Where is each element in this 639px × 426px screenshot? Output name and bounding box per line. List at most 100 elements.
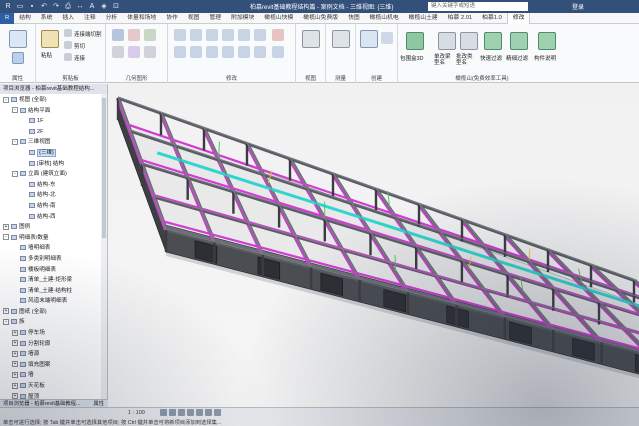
view-scale[interactable]: 1 : 100 xyxy=(128,410,145,416)
demolish-icon[interactable] xyxy=(144,46,156,58)
detail-level-icon[interactable] xyxy=(160,409,167,416)
tab-12[interactable]: 橄榄山免费版 xyxy=(298,13,343,24)
scrollbar-thumb[interactable] xyxy=(102,98,106,238)
expand-icon[interactable]: + xyxy=(12,329,18,336)
tree-node[interactable]: 清单_土建-矩形梁 xyxy=(0,275,107,286)
create-assembly-icon[interactable] xyxy=(360,30,378,48)
join-geometry-icon[interactable] xyxy=(144,29,156,41)
tree-node[interactable]: -族 xyxy=(0,317,107,328)
move-icon[interactable] xyxy=(174,46,186,58)
split-face-icon[interactable] xyxy=(112,46,124,58)
offset-icon[interactable] xyxy=(190,29,202,41)
print-icon[interactable]: ⎙ xyxy=(63,2,73,11)
expand-icon[interactable]: + xyxy=(12,361,18,368)
collapse-icon[interactable]: - xyxy=(3,234,9,241)
tree-node[interactable]: - 明细表/数量 xyxy=(0,233,107,244)
quick-filter-icon[interactable] xyxy=(484,32,502,50)
3d-view-icon[interactable]: ◈ xyxy=(99,2,109,11)
pin-icon[interactable] xyxy=(254,46,266,58)
tree-node[interactable]: 结构-南 xyxy=(0,201,107,212)
tab-7[interactable]: 协作 xyxy=(161,13,183,24)
unpin-icon[interactable] xyxy=(272,46,284,58)
expand-icon[interactable]: + xyxy=(12,382,18,389)
expand-icon[interactable]: + xyxy=(12,371,18,378)
create-parts-icon[interactable] xyxy=(381,32,393,44)
sun-path-icon[interactable] xyxy=(178,409,185,416)
tree-node[interactable]: - 结构平面 xyxy=(0,106,107,117)
expand-icon[interactable]: + xyxy=(3,308,9,315)
rotate-icon[interactable] xyxy=(206,46,218,58)
3d-viewport[interactable] xyxy=(108,84,639,407)
expand-icon[interactable]: + xyxy=(3,223,9,230)
tree-node[interactable]: [审核] 结构 xyxy=(0,159,107,170)
tab-16[interactable]: 柏慕 2.01 xyxy=(443,13,478,24)
tree-node[interactable]: 结构-东 xyxy=(0,180,107,191)
tree-node[interactable]: 2F xyxy=(0,127,107,138)
shadows-icon[interactable] xyxy=(187,409,194,416)
visual-style-icon[interactable] xyxy=(169,409,176,416)
tree-node[interactable]: - 立面 (建筑立面) xyxy=(0,169,107,180)
hide-isolate-icon[interactable] xyxy=(205,409,212,416)
tab-1[interactable]: 结构 xyxy=(14,13,36,24)
open-icon[interactable]: ▭ xyxy=(15,2,25,11)
expand-icon[interactable]: + xyxy=(12,350,18,357)
tree-node[interactable]: + 墙 xyxy=(0,370,107,381)
properties-icon[interactable] xyxy=(9,30,27,48)
array-icon[interactable] xyxy=(222,46,234,58)
cut-geometry-icon[interactable] xyxy=(128,29,140,41)
measure-icon[interactable]: ↔ xyxy=(75,2,85,11)
collapse-icon[interactable]: - xyxy=(3,96,9,103)
bounding-box-3d-icon[interactable] xyxy=(406,32,424,50)
tab-2[interactable]: 系统 xyxy=(36,13,58,24)
3d-structural-model[interactable] xyxy=(108,84,639,407)
tree-node[interactable]: + 天花板 xyxy=(0,381,107,392)
project-browser-scrollbar[interactable] xyxy=(101,94,107,407)
tree-node[interactable]: - 视图 (全部) xyxy=(0,95,107,106)
tab-13[interactable]: 快图 xyxy=(343,13,365,24)
tab-3[interactable]: 插入 xyxy=(57,13,79,24)
save-icon[interactable]: ▪ xyxy=(27,2,37,11)
search-input[interactable]: 键入关键字或短语 xyxy=(428,2,528,11)
tree-node[interactable]: 多类别明细表 xyxy=(0,254,107,265)
tree-node[interactable]: + 填充图案 xyxy=(0,360,107,371)
collapse-icon[interactable]: - xyxy=(12,107,18,114)
tree-node[interactable]: + 停车场 xyxy=(0,328,107,339)
component-info-icon[interactable] xyxy=(538,32,556,50)
tree-node[interactable]: {三维} xyxy=(0,148,107,159)
cut-icon[interactable] xyxy=(64,29,72,37)
copy-element-icon[interactable] xyxy=(190,46,202,58)
batch-beam-icon[interactable] xyxy=(460,32,478,50)
tree-node[interactable]: + 图纸 (全部) xyxy=(0,307,107,318)
delete-icon[interactable] xyxy=(272,29,284,41)
cope-icon[interactable] xyxy=(112,29,124,41)
tree-node[interactable]: + 墙源 xyxy=(0,349,107,360)
mirror-axis-icon[interactable] xyxy=(206,29,218,41)
type-properties-icon[interactable] xyxy=(12,52,24,64)
tab-15[interactable]: 橄榄山土建 xyxy=(404,13,443,24)
tree-node[interactable]: 楼板明细表 xyxy=(0,265,107,276)
tree-node[interactable]: - 三维视图 xyxy=(0,137,107,148)
measure-tool-icon[interactable] xyxy=(332,30,350,48)
tree-node[interactable]: + 分割轮廓 xyxy=(0,339,107,350)
tab-0[interactable]: R xyxy=(0,12,15,24)
split-icon[interactable] xyxy=(238,29,250,41)
tree-node[interactable]: 风道末端明细表 xyxy=(0,296,107,307)
scale-icon[interactable] xyxy=(238,46,250,58)
single-beam-icon[interactable] xyxy=(438,32,456,50)
tree-node[interactable]: 结构-西 xyxy=(0,212,107,223)
tab-9[interactable]: 管理 xyxy=(204,13,226,24)
mirror-line-icon[interactable] xyxy=(222,29,234,41)
tree-node[interactable]: 清单_土建-结构柱 xyxy=(0,286,107,297)
collapse-icon[interactable]: - xyxy=(12,138,18,145)
login-link[interactable]: 登录 xyxy=(572,2,584,11)
expand-icon[interactable]: + xyxy=(12,340,18,347)
tab-6[interactable]: 体量和场地 xyxy=(122,13,161,24)
tab-11[interactable]: 橄榄山快模 xyxy=(259,13,298,24)
join-icon[interactable] xyxy=(64,53,72,61)
hide-element-icon[interactable] xyxy=(302,30,320,48)
tree-node[interactable]: 墙明细表 xyxy=(0,243,107,254)
tab-4[interactable]: 注释 xyxy=(79,13,101,24)
fine-filter-icon[interactable] xyxy=(510,32,528,50)
trim-icon[interactable] xyxy=(254,29,266,41)
section-icon[interactable]: ⊡ xyxy=(111,2,121,11)
